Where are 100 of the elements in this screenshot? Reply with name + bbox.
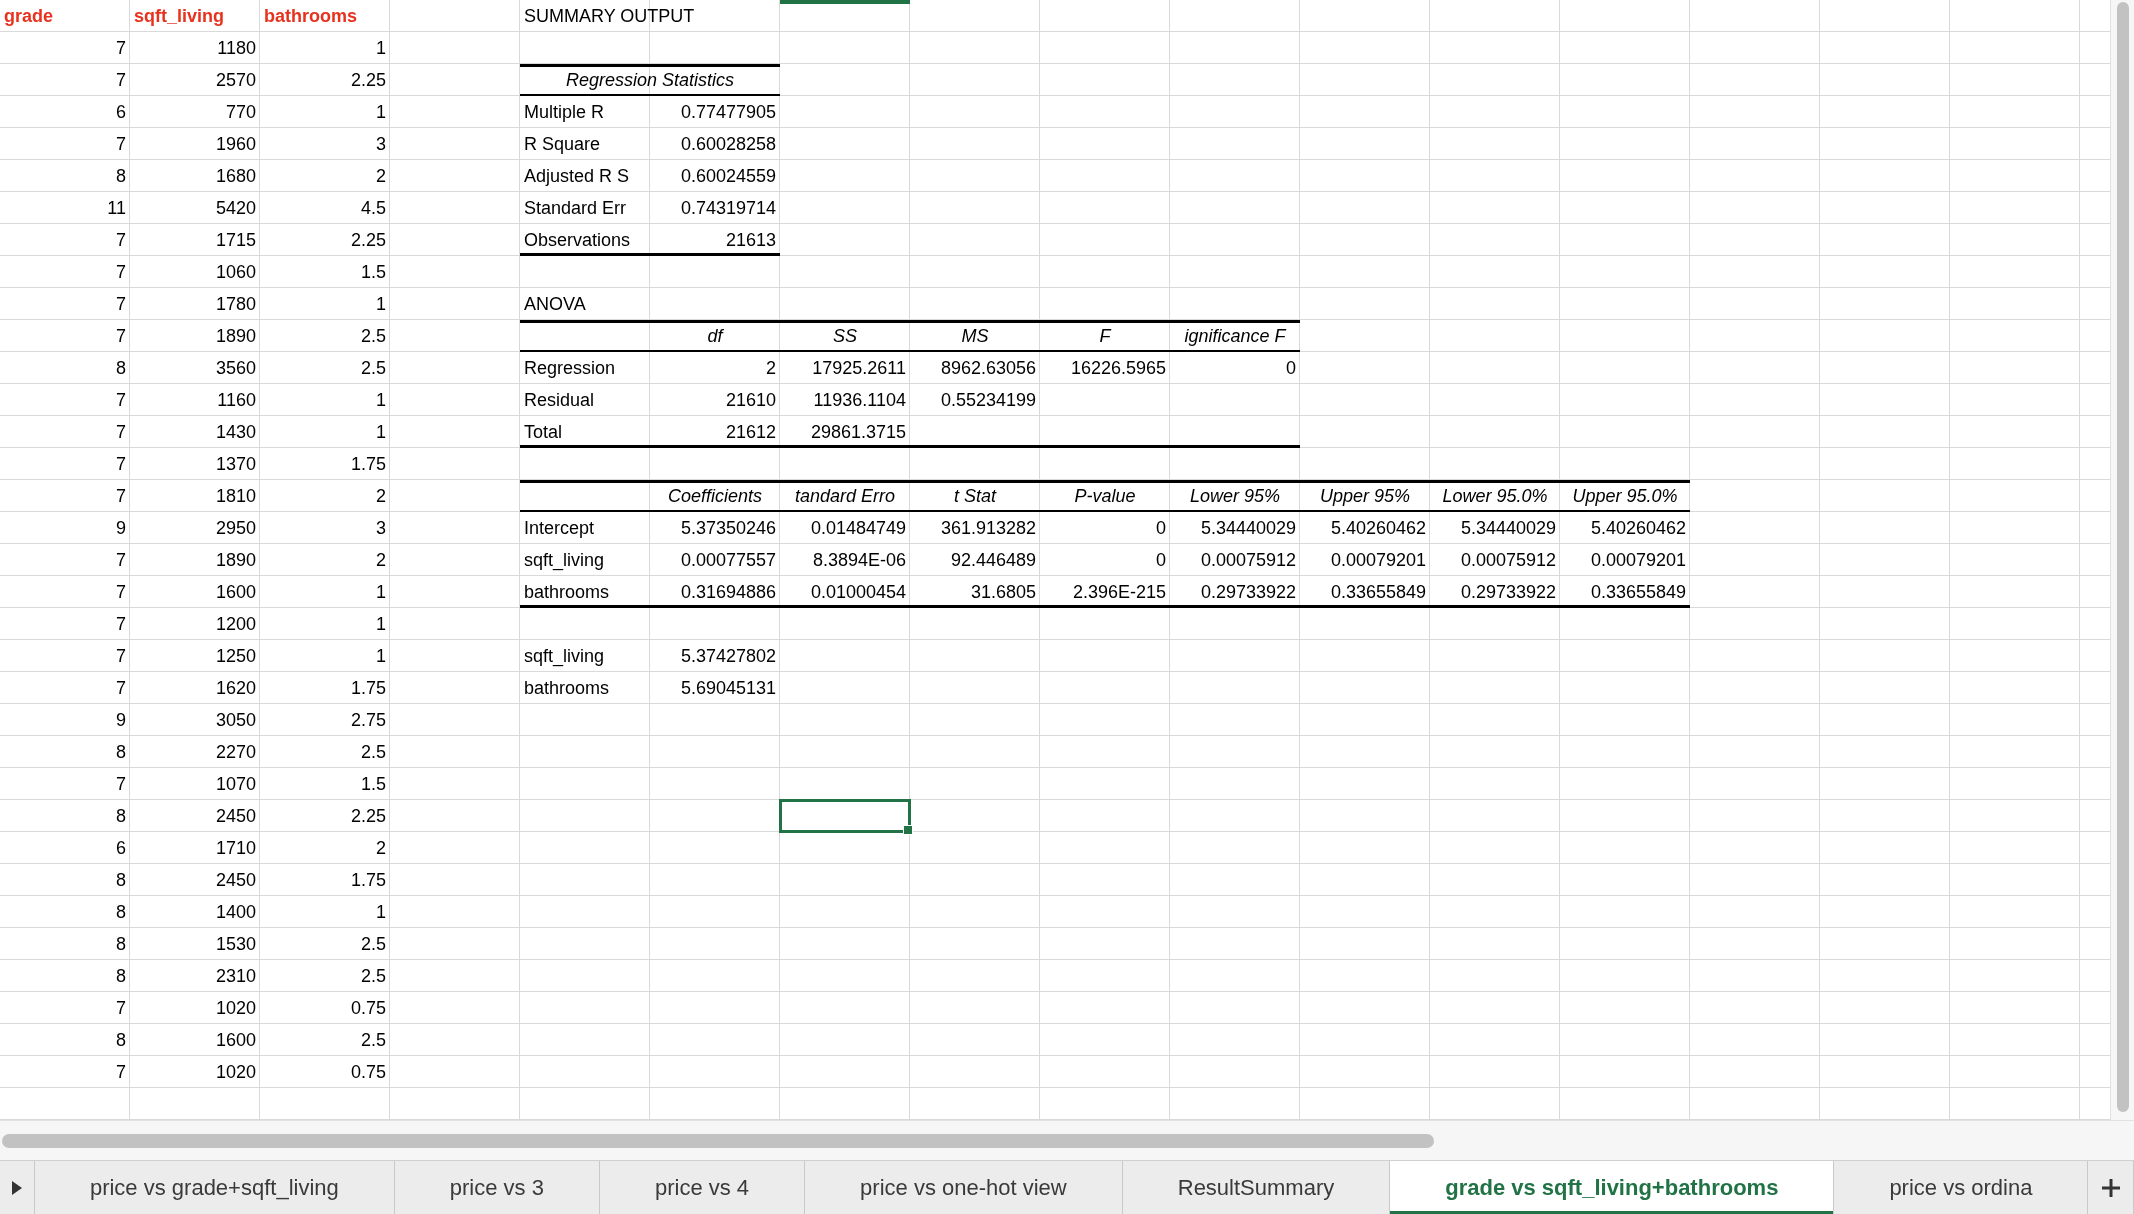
table-cell-text: 8 <box>115 804 127 828</box>
table-cell-text: 2450 <box>214 804 257 828</box>
table-cell-text: Intercept <box>523 516 596 540</box>
table-cell-text: 1 <box>375 100 387 124</box>
table-cell-text: Regression <box>523 356 617 380</box>
table-cell-text: 8 <box>115 900 127 924</box>
table-cell-text: 1.5 <box>359 772 387 796</box>
table-cell-text: 8 <box>115 932 127 956</box>
table-cell-text: 4.5 <box>359 196 387 220</box>
table-cell-text: 8962.63056 <box>939 356 1037 380</box>
table-cell-text: 8 <box>115 964 127 988</box>
table-cell-text: sqft_living <box>133 4 225 28</box>
table-cell-text: 2950 <box>214 516 257 540</box>
scrollbar-thumb[interactable] <box>2 1133 1434 1148</box>
table-cell: 21613 <box>650 224 780 256</box>
table-cell-text: 0 <box>1285 356 1297 380</box>
table-cell: 2.396E-215 <box>1040 576 1170 608</box>
table-cell-text: 9 <box>115 516 127 540</box>
table-cell-text: 2570 <box>214 68 257 92</box>
table-cell-text: 1060 <box>214 260 257 284</box>
table-cell-text: 1620 <box>214 676 257 700</box>
horizontal-scrollbar[interactable] <box>0 1120 2134 1160</box>
table-cell: 0.33655849 <box>1300 576 1430 608</box>
vertical-scrollbar[interactable] <box>2110 0 2134 1120</box>
table-cell-text: 7 <box>115 1060 127 1084</box>
table-cell-text: 2.25 <box>349 228 387 252</box>
table-cell-text: Standard Err <box>523 196 628 220</box>
table-cell-text: 0.01484749 <box>809 516 907 540</box>
table-cell-text: 7 <box>115 68 127 92</box>
table-cell-text: 1020 <box>214 996 257 1020</box>
table-cell-text: 7 <box>115 580 127 604</box>
table-cell-text: 0 <box>1155 516 1167 540</box>
table-cell: Coefficients <box>650 480 780 512</box>
table-cell-text: 0.75 <box>349 996 387 1020</box>
table-cell-text: 6 <box>115 836 127 860</box>
fill-handle[interactable] <box>903 825 913 835</box>
table-cell-text: 7 <box>115 484 127 508</box>
table-cell: SS <box>780 320 910 352</box>
table-cell-text: Residual <box>523 388 596 412</box>
table-cell-text: 2.5 <box>359 740 387 764</box>
table-cell-text: 7 <box>115 420 127 444</box>
table-cell-text: SUMMARY OUTPUT <box>523 4 696 28</box>
table-cell-text: 1370 <box>214 452 257 476</box>
table-cell-text: 1780 <box>214 292 257 316</box>
table-cell-text: 1890 <box>214 324 257 348</box>
table-cell: Lower 95% <box>1170 480 1300 512</box>
table-cell-text: 2 <box>765 356 777 380</box>
table-cell-text: 2 <box>375 548 387 572</box>
table-cell-text: 1710 <box>214 836 257 860</box>
table-cell-text: 1 <box>375 644 387 668</box>
table-cell: ignificance F <box>1170 320 1300 352</box>
table-cell-text: 7 <box>115 132 127 156</box>
table-cell-text: 7 <box>115 324 127 348</box>
table-cell-text: sqft_living <box>523 644 606 669</box>
table-cell-text: 2.25 <box>349 804 387 828</box>
sheet-tab[interactable]: grade vs sqft_living+bathrooms <box>1390 1161 1835 1214</box>
table-cell-text: 1715 <box>214 228 257 252</box>
table-cell-text: Multiple R <box>523 100 606 124</box>
table-cell-text: 7 <box>115 996 127 1020</box>
selected-cell[interactable] <box>779 799 911 833</box>
table-cell-text: bathrooms <box>523 676 611 700</box>
table-cell-text: 2310 <box>214 964 257 988</box>
table-cell-text: 8.3894E-06 <box>811 548 907 572</box>
table-cell-text: ANOVA <box>523 292 587 316</box>
table-cell-text: 2.5 <box>359 932 387 956</box>
table-cell-text: 5.40260462 <box>1329 516 1427 540</box>
table-cell-text: 11 <box>106 196 127 220</box>
table-cell: Observations <box>520 224 650 256</box>
table-cell-text: R Square <box>523 132 602 156</box>
table-cell-text: 2.5 <box>359 964 387 988</box>
table-cell-text: sqft_living <box>523 548 606 573</box>
table-cell: df <box>650 320 780 352</box>
table-cell-text: 7 <box>115 36 127 60</box>
table-cell-text: 7 <box>115 260 127 284</box>
table-cell-text: 17925.2611 <box>811 356 907 380</box>
table-cell-text: 7 <box>115 548 127 572</box>
table-cell-text: bathrooms <box>263 4 358 28</box>
table-cell-text: 8 <box>115 868 127 892</box>
table-cell: Lower 95.0% <box>1430 480 1560 512</box>
table-cell: 0.31694886 <box>650 576 780 608</box>
table-cell-text: 11936.1104 <box>812 388 907 412</box>
table-cell-text: 361.913282 <box>939 516 1037 540</box>
table-cell-text: 5.69045131 <box>679 676 777 700</box>
table-cell-text: 3 <box>375 132 387 156</box>
scrollbar-thumb[interactable] <box>2116 2 2129 1112</box>
table-cell-text: 9 <box>115 708 127 732</box>
table-cell-text: 2.25 <box>349 68 387 92</box>
table-cell: 0.01000454 <box>780 576 910 608</box>
table-cell: Regression Statistics <box>520 64 780 96</box>
table-cell-text: 1810 <box>214 484 257 508</box>
table-cell: P-value <box>1040 480 1170 512</box>
table-cell: 29861.3715 <box>780 416 910 448</box>
table-cell: t Stat <box>910 480 1040 512</box>
table-cell-text: 5.34440029 <box>1459 516 1557 540</box>
table-cell: Upper 95.0% <box>1560 480 1690 512</box>
table-cell: 0.33655849 <box>1560 576 1690 608</box>
table-cell-text: 0 <box>1155 548 1167 572</box>
table-cell-text: 1020 <box>214 1060 257 1084</box>
table-cell-text: 7 <box>115 644 127 668</box>
table-cell-text: 8 <box>115 740 127 764</box>
